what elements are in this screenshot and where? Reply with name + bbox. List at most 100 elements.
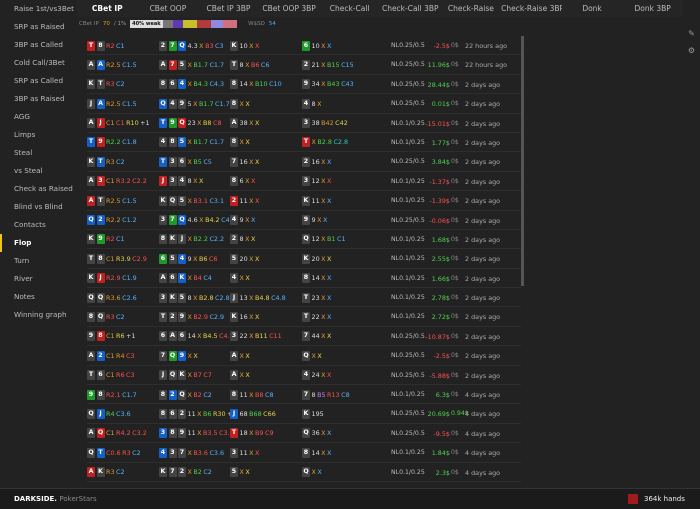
action-label: X [245, 468, 250, 477]
tab-check-raise-3bp[interactable]: Check-Raise 3BP [501, 0, 562, 17]
card: A [230, 370, 238, 381]
sidebar-item-winning-graph[interactable]: Winning graph [0, 306, 77, 324]
action-label: C3 [215, 41, 224, 50]
card: T [96, 156, 105, 167]
table-row[interactable]: A Q C1 R4.2 C3.2 3 8 9 11 X B3.5 C3.5 T 18 X B9 C9 Q 36 X X N… [87, 424, 521, 444]
sidebar-item-raise-1st-vs3bet[interactable]: Raise 1st/vs3Bet [0, 0, 77, 18]
table-scrollbar[interactable] [521, 36, 524, 286]
sidebar-item-turn[interactable]: Turn [0, 252, 77, 270]
action-label: B6 [203, 409, 212, 418]
sidebar-item-agg[interactable]: AGG [0, 108, 77, 126]
table-row[interactable]: A 2 C1 R4 C3 7 Q 9 X X A X X Q X X NL0.25/0.5 -2.5$ 0$ 2 da… [87, 346, 521, 366]
card: 4 [302, 370, 310, 381]
action-label: X [187, 351, 192, 360]
action-label: 38 [311, 119, 320, 128]
action-label: 23 [311, 293, 320, 302]
action-label: R3 [106, 157, 115, 166]
sidebar-item-cold-call-3bet[interactable]: Cold Call/3Bet [0, 54, 77, 72]
card: Q [178, 389, 186, 400]
table-row[interactable]: K J R2.9 C1.9 A 6 K X B4 C4 4 X X 8 14 X X NL0.1/0.25 1.66… [87, 269, 521, 289]
action-label: C6 [260, 60, 270, 69]
card: T [87, 370, 95, 381]
sidebar-item-limps[interactable]: Limps [0, 126, 77, 144]
table-row[interactable]: A A R2.5 C1.5 A 7 5 X B1.7 C1.7 T 8 X B6 C6 2 21 X B15 C15 N… [87, 55, 521, 75]
action-label: 9 [187, 254, 192, 263]
win-amount: 11.96$ [427, 61, 450, 70]
gear-icon[interactable]: ⚙ [687, 46, 696, 55]
table-row[interactable]: K T R3 C2 8 6 4 X B4.3 C4.3 8 14 X B10 C10 9 34 X B43 C43 NL… [87, 75, 521, 95]
action-label: C2.8 [333, 138, 349, 147]
table-row[interactable]: Q Q R3.6 C2.6 3 K 5 8 X B2.8 C2.8 J 13 X B4.8 C4.8 T 23 X X… [87, 288, 521, 308]
card: 6 [302, 40, 310, 51]
table-row[interactable]: A J C1 C1 R10 +1 T 9 Q 23 X B8 C8 A 38 X X 3 38 B42 C42 NL0.1… [87, 114, 521, 133]
action-label: X [255, 448, 260, 457]
weak-range-bar[interactable]: 40% weak [130, 19, 240, 28]
table-row[interactable]: K 9 R2 C1 8 K J X B2.2 C2.2 2 8 X X Q 12 X B1 C1 NL0.1/0.25… [87, 230, 521, 250]
sidebar-item-vs-steal[interactable]: vs Steal [0, 162, 77, 180]
sidebar-item-3bp-as-called[interactable]: 3BP as Called [0, 36, 77, 54]
action-label: R2 [106, 41, 115, 50]
tab-check-call[interactable]: Check-Call [319, 0, 380, 17]
card: T [302, 311, 310, 322]
table-row[interactable]: 9 8 R2.1 C1.7 8 2 Q X B2 C2 8 11 X B8 C8 7 8 B5 R13 C8 NL0.1… [87, 385, 521, 405]
card: J [96, 118, 105, 129]
table-row[interactable]: Q T C0.6 R3 C2 4 3 7 X B3.6 C3.6 3 11 X X 8 14 X X NL0.1/0.… [87, 443, 521, 463]
sidebar-item-check-as-raised[interactable]: Check as Raised [0, 180, 77, 198]
table-row[interactable]: K T R3 C2 T 3 6 X B5 C5 7 16 X X 2 16 X X NL0.25/0.5 3.84$ 0… [87, 152, 521, 172]
tab-cbet-oop[interactable]: CBet OOP [138, 0, 199, 17]
street-cell: 8XX [230, 98, 250, 109]
sidebar-item-3bp-as-raised[interactable]: 3BP as Raised [0, 90, 77, 108]
sidebar-item-steal[interactable]: Steal [0, 144, 77, 162]
action-label: B4.5 [203, 332, 218, 341]
card: A [230, 350, 238, 361]
action-label: X [187, 312, 192, 321]
sidebar-item-srp-as-raised[interactable]: SRP as Raised [0, 18, 77, 36]
sidebar-item-flop[interactable]: Flop [0, 234, 77, 252]
street-cell: 8XX [230, 137, 250, 148]
tab-check-raise[interactable]: Check-Raise [441, 0, 502, 17]
tab-donk[interactable]: Donk [562, 0, 623, 17]
action-label: B7 [193, 371, 202, 380]
table-row[interactable]: J A R2.5 C1.5 Q 4 9 5 X B1.7 C1.7 8 X X 4 8 X NL0.25/0.5 0… [87, 94, 521, 114]
card: 6 [159, 331, 167, 342]
sidebar-item-srp-as-called[interactable]: SRP as Called [0, 72, 77, 90]
card: K [87, 79, 95, 90]
action-label: B1.7 [193, 60, 208, 69]
table-row[interactable]: 9 8 C1 R6 +1 6 A 6 14 X B4.5 C4.5 3 22 X B11 C11 7 44 X X NL0… [87, 327, 521, 347]
action-label: X [249, 80, 254, 89]
tab-donk-3bp[interactable]: Donk 3BP [622, 0, 683, 17]
card: 8 [230, 176, 238, 187]
table-row[interactable]: QJR4C3.686211XB6R30+1J68B68C66K195NL0.25… [87, 404, 521, 424]
card: 5 [178, 292, 186, 303]
tab-cbet-ip-3bp[interactable]: CBet IP 3BP [198, 0, 259, 17]
card: 2 [178, 408, 186, 419]
tab-cbet-ip[interactable]: CBet IP [77, 0, 138, 17]
action-label: B5 [193, 157, 202, 166]
card: K [159, 467, 167, 478]
card: 4 [230, 273, 238, 284]
weak-bar-segment [172, 19, 183, 28]
table-row[interactable]: A K R3 C2 K 7 2 X B2 C2 5 X X Q X X NL0.1/0.25 2.3$ 0$ 4 da… [87, 463, 521, 482]
hands-table: T 8 R2 C1 2 7 Q 4.3 X B3 C3 K 10 X X 6 10 X X NL0.25/0.5 -2.… [87, 36, 521, 486]
action-label: X [187, 80, 192, 89]
sidebar-item-notes[interactable]: Notes [0, 288, 77, 306]
table-row[interactable]: T 8 R2 C1 2 7 Q 4.3 X B3 C3 K 10 X X 6 10 X X NL0.25/0.5 -2.… [87, 36, 521, 56]
pin-icon[interactable]: ✎ [687, 29, 696, 38]
tab-check-call-3bp[interactable]: Check-Call 3BP [380, 0, 441, 17]
sidebar-item-contacts[interactable]: Contacts [0, 216, 77, 234]
table-row[interactable]: 8 Q R3 C2 T 2 9 X B2.9 C2.9 K 16 X X T 22 X X NL0.1/0.25 2.… [87, 307, 521, 327]
action-label: +1 [140, 119, 150, 128]
table-row[interactable]: A T R2.5 C1.5 K Q 5 X B3.1 C3.1 2 11 X X K 11 X X NL0.1/0.… [87, 191, 521, 211]
sidebar-item-river[interactable]: River [0, 270, 77, 288]
sidebar-item-blind-vs-blind[interactable]: Blind vs Blind [0, 198, 77, 216]
table-row[interactable]: T 6 C1 R6 C3 J Q K X B7 C7 A X X 4 24 X X NL0.25/0.5 -5.88$… [87, 366, 521, 386]
table-row[interactable]: A 3 C1 R3.2 C2.2 J 3 4 8 X X 8 6 X X 3 12 X X NL0.1/0.25 -1.… [87, 172, 521, 192]
card: Q [96, 428, 105, 439]
action-label: 22 [311, 312, 320, 321]
street-cell: T 3 6 X B5 C5 [159, 156, 212, 167]
action-label: 10 [239, 41, 248, 50]
table-row[interactable]: T 9 R2.2 C1.8 4 8 5 X B1.7 C1.7 8 X X T X B2.8 C2.8 NL0.1… [87, 133, 521, 153]
tab-cbet-oop-3bp[interactable]: CBet OOP 3BP [259, 0, 320, 17]
table-row[interactable]: T 8 C1 R3.9 C2.9 6 5 4 9 X B6 C6 5 20 X X K 20 X X NL0.1/0.2… [87, 249, 521, 269]
table-row[interactable]: Q 2 R2.2 C1.2 3 7 Q 4.6 X B4.2 C4.2 4 9 X X 9 9 X X NL0.25/… [87, 211, 521, 230]
